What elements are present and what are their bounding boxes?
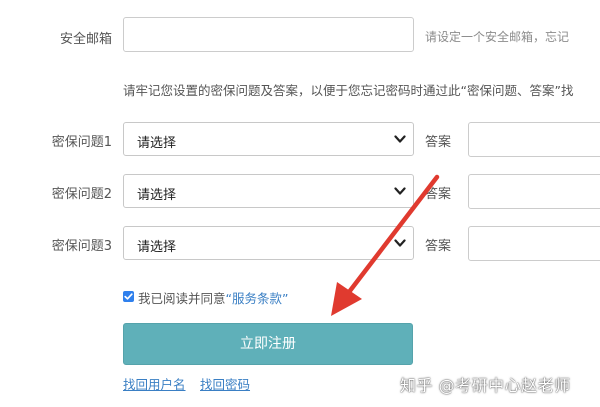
terms-link[interactable]: “服务条款” [226, 291, 289, 306]
checkmark-icon [124, 293, 133, 300]
find-password-link[interactable]: 找回密码 [200, 374, 250, 393]
question-3-select[interactable]: 请选择 [123, 226, 414, 260]
email-field[interactable] [123, 17, 414, 52]
question-3-selected: 请选择 [137, 240, 177, 255]
find-username-link[interactable]: 找回用户名 [123, 374, 186, 393]
agree-label: 我已阅读并同意“服务条款” [138, 288, 288, 307]
register-button[interactable]: 立即注册 [123, 323, 413, 365]
answer-1-label: 答案 [425, 135, 452, 150]
answer-2-label: 答案 [425, 187, 452, 202]
answer-2-field[interactable] [468, 174, 600, 209]
question-2-selected: 请选择 [137, 188, 177, 203]
answer-1-field[interactable] [468, 122, 600, 157]
question-2-select[interactable]: 请选择 [123, 174, 414, 208]
question-2-label: 密保问题2 [51, 187, 112, 202]
agree-checkbox[interactable] [123, 291, 134, 302]
chevron-down-icon [394, 135, 406, 143]
agree-text: 我已阅读并同意 [138, 291, 226, 306]
security-note: 请牢记您设置的密保问题及答案，以便于您忘记密码时通过此“密保问题、答案”找 [123, 83, 574, 98]
chevron-down-icon [394, 187, 406, 195]
answer-3-field[interactable] [468, 226, 600, 261]
email-hint: 请设定一个安全邮箱，忘记 [425, 30, 570, 44]
question-1-select[interactable]: 请选择 [123, 122, 414, 156]
watermark: 知乎 @考研中心赵老师 [400, 376, 571, 395]
email-label: 安全邮箱 [59, 32, 112, 47]
chevron-down-icon [394, 239, 406, 247]
answer-3-label: 答案 [425, 239, 452, 254]
question-1-selected: 请选择 [137, 136, 177, 151]
question-3-label: 密保问题3 [51, 239, 112, 254]
question-1-label: 密保问题1 [51, 135, 112, 150]
